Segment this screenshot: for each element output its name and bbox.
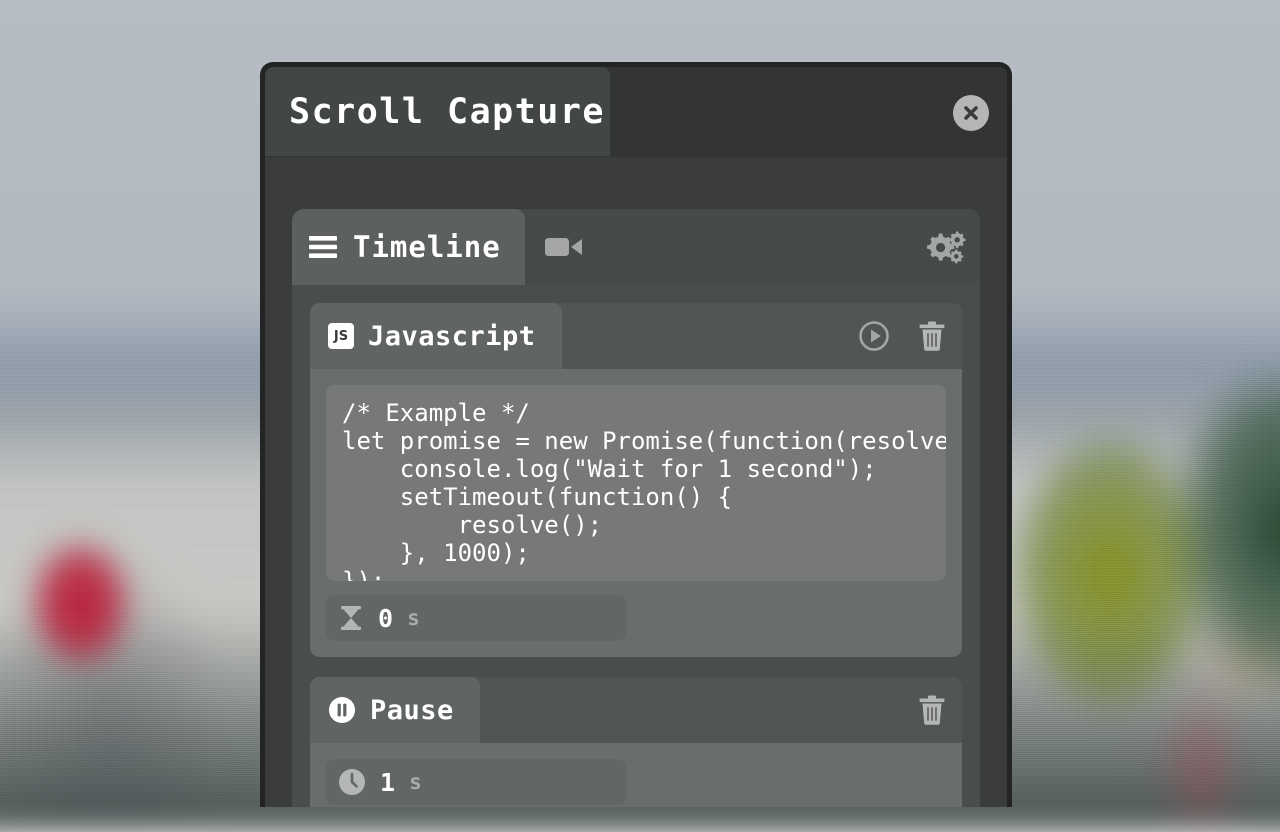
window-title-tab: Scroll Capture	[265, 67, 610, 156]
javascript-duration-value: 0	[378, 604, 393, 633]
play-circle-icon	[858, 320, 890, 352]
page-title: Scroll Capture	[289, 92, 605, 132]
hourglass-icon	[338, 604, 364, 632]
panel-pause-body: 1 s	[310, 743, 962, 807]
tab-timeline-label: Timeline	[353, 230, 501, 264]
panel-pause: Pause	[310, 677, 962, 807]
javascript-code-text: /* Example */ let promise = new Promise(…	[342, 399, 930, 581]
scroll-capture-window: Scroll Capture Timeline	[260, 62, 1012, 807]
pause-duration-field[interactable]: 1 s	[326, 759, 626, 805]
delete-javascript-button[interactable]	[918, 320, 946, 352]
javascript-code-editor[interactable]: /* Example */ let promise = new Promise(…	[326, 385, 946, 581]
panel-pause-tab[interactable]: Pause	[310, 677, 480, 743]
panel-javascript-header: JS Javascript	[310, 303, 962, 369]
panel-javascript-tab[interactable]: JS Javascript	[310, 303, 562, 369]
tab-record[interactable]	[525, 209, 603, 285]
hamburger-menu-icon	[308, 234, 338, 260]
pause-circle-icon	[328, 696, 356, 724]
panel-javascript-actions	[858, 303, 946, 369]
panel-pause-actions	[918, 677, 946, 743]
close-button[interactable]	[953, 95, 989, 131]
panel-javascript-body: /* Example */ let promise = new Promise(…	[310, 369, 962, 657]
js-badge-icon: JS	[328, 323, 354, 349]
trash-icon	[918, 320, 946, 352]
trash-icon	[918, 694, 946, 726]
javascript-duration-field[interactable]: 0 s	[326, 595, 626, 641]
settings-button[interactable]	[924, 229, 966, 267]
timeline-card: Timeline	[292, 209, 980, 807]
window-titlebar: Scroll Capture	[265, 67, 1007, 157]
panel-javascript-title: Javascript	[368, 321, 536, 352]
pause-duration-value: 1	[380, 768, 395, 797]
javascript-duration-unit: s	[407, 606, 420, 630]
panel-pause-header: Pause	[310, 677, 962, 743]
gears-settings-icon	[924, 229, 966, 267]
run-script-button[interactable]	[858, 320, 890, 352]
clock-icon	[338, 768, 366, 796]
delete-pause-button[interactable]	[918, 694, 946, 726]
video-camera-icon	[544, 233, 584, 261]
timeline-panel-list: JS Javascript	[292, 285, 980, 807]
pause-duration-unit: s	[409, 770, 422, 794]
close-x-icon	[961, 103, 981, 123]
tab-bar: Timeline	[292, 209, 980, 285]
panel-javascript: JS Javascript	[310, 303, 962, 657]
panel-pause-title: Pause	[370, 695, 454, 726]
tab-timeline[interactable]: Timeline	[292, 209, 525, 285]
